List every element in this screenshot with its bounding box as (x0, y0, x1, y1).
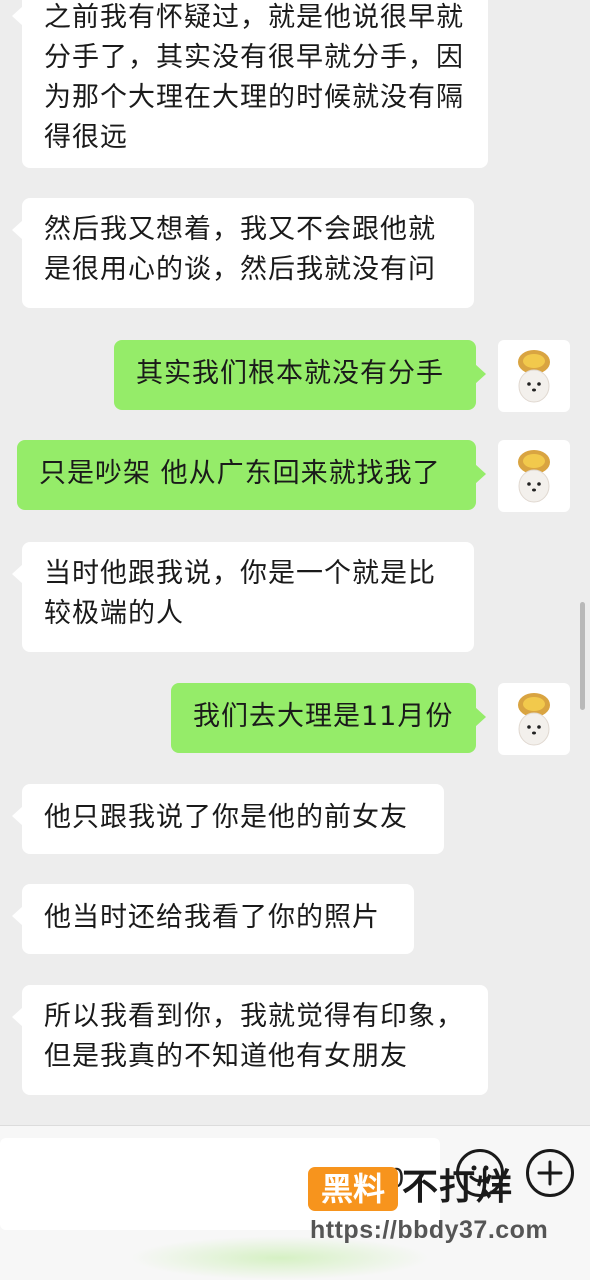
watermark-badge: 黑料 (308, 1167, 398, 1211)
more-button[interactable] (526, 1149, 574, 1197)
avatar[interactable] (498, 340, 570, 412)
message-bubble-incoming[interactable]: 他当时还给我看了你的照片 (12, 884, 414, 954)
message-bubble-incoming[interactable]: 当时他跟我说，你是一个就是比较极端的人 (12, 542, 474, 652)
plus-icon (537, 1160, 563, 1186)
avatar[interactable] (498, 683, 570, 755)
message-text: 他只跟我说了你是他的前女友 (44, 802, 408, 833)
message-bubble-outgoing[interactable]: 我们去大理是11月份 (171, 683, 486, 753)
watermark-text: 不打烊 (402, 1167, 514, 1208)
message-text: 其实我们根本就没有分手 (136, 358, 444, 389)
message-bubble-incoming[interactable]: 之前我有怀疑过，就是他说很早就分手了，其实没有很早就分手，因为那个大理在大理的时… (12, 0, 488, 168)
message-bubble-outgoing[interactable]: 只是吵架 他从广东回来就找我了 (17, 440, 486, 510)
message-text: 之前我有怀疑过，就是他说很早就分手了，其实没有很早就分手，因为那个大理在大理的时… (44, 2, 464, 153)
message-bubble-outgoing[interactable]: 其实我们根本就没有分手 (114, 340, 486, 410)
dog-avatar-icon (518, 450, 550, 503)
dog-avatar-icon (518, 693, 550, 746)
scrollbar[interactable] (580, 602, 585, 710)
message-bubble-incoming[interactable]: 然后我又想着，我又不会跟他就是很用心的谈，然后我就没有问 (12, 198, 474, 308)
dog-avatar-icon (518, 350, 550, 403)
message-text: 我们去大理是11月份 (193, 701, 454, 732)
chat-area: 之前我有怀疑过，就是他说很早就分手了，其实没有很早就分手，因为那个大理在大理的时… (0, 0, 590, 1125)
avatar[interactable] (498, 440, 570, 512)
message-text: 他当时还给我看了你的照片 (44, 902, 380, 933)
message-text: 只是吵架 他从广东回来就找我了 (39, 458, 441, 489)
message-text: 然后我又想着，我又不会跟他就是很用心的谈，然后我就没有问 (44, 214, 436, 285)
message-bubble-incoming[interactable]: 所以我看到你，我就觉得有印象，但是我真的不知道他有女朋友 (12, 985, 488, 1095)
message-text: 所以我看到你，我就觉得有印象，但是我真的不知道他有女朋友 (44, 1001, 464, 1072)
message-bubble-incoming[interactable]: 他只跟我说了你是他的前女友 (12, 784, 444, 854)
message-text: 当时他跟我说，你是一个就是比较极端的人 (44, 558, 436, 629)
watermark-url: https://bbdy37.com (310, 1216, 549, 1244)
